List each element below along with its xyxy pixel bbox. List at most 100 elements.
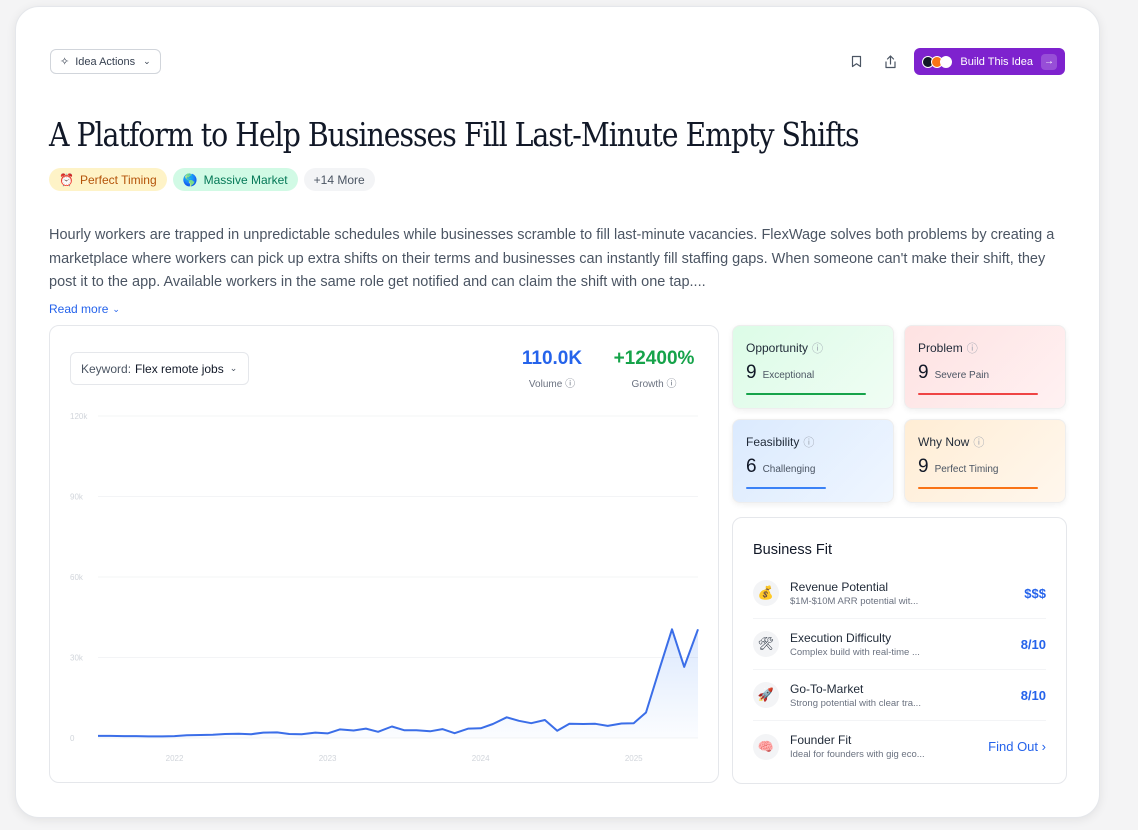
- problem-card[interactable]: Problem ⓘ 9 Severe Pain: [904, 325, 1066, 409]
- fit-value: 8/10: [1020, 687, 1046, 703]
- arrow-right-icon: →: [1041, 53, 1057, 70]
- fit-text: Founder Fit Ideal for founders with gig …: [790, 733, 988, 760]
- fit-value: 8/10: [1020, 636, 1046, 652]
- growth-label: Growth: [631, 379, 664, 390]
- card-score: 9: [918, 456, 929, 477]
- fit-title: Revenue Potential: [790, 579, 889, 594]
- tag-massive-market[interactable]: 🌎 Massive Market: [172, 168, 298, 191]
- globe-icon: 🌎: [182, 172, 198, 187]
- money-bag-icon: 💰: [753, 580, 779, 606]
- keyword-value: Flex remote jobs: [135, 361, 224, 376]
- idea-actions-button[interactable]: ✧ Idea Actions ⌄: [50, 49, 161, 74]
- score-bar: [746, 487, 826, 489]
- card-score: 9: [918, 362, 929, 383]
- trend-chart-panel: Keyword: Flex remote jobs ⌄ 110.0K Volum…: [49, 325, 719, 783]
- card-score-label: Severe Pain: [934, 370, 990, 381]
- y-tick-label: 120k: [70, 412, 88, 421]
- card-title-row: Feasibility ⓘ: [746, 434, 880, 450]
- card-score-label: Perfect Timing: [934, 464, 999, 475]
- score-bar: [918, 393, 1038, 395]
- read-more-link[interactable]: Read more ⌄: [49, 302, 120, 316]
- card-title: Feasibility: [746, 435, 800, 449]
- fit-row-founder[interactable]: 🧠 Founder Fit Ideal for founders with gi…: [753, 721, 1046, 772]
- share-icon[interactable]: [880, 52, 900, 72]
- card-score-row: 6 Challenging: [746, 456, 880, 478]
- card-score-label: Exceptional: [762, 370, 815, 381]
- fit-subtitle: $1M-$10M ARR potential wit...: [790, 595, 919, 607]
- chevron-down-icon: ⌄: [112, 303, 120, 314]
- fit-text: Revenue Potential $1M-$10M ARR potential…: [790, 580, 1024, 607]
- find-out-link[interactable]: Find Out ›: [988, 739, 1046, 754]
- chevron-down-icon: ⌄: [143, 56, 151, 66]
- top-toolbar: ✧ Idea Actions ⌄ Build This Idea →: [50, 48, 1065, 77]
- info-icon[interactable]: ⓘ: [967, 340, 978, 356]
- fit-title: Founder Fit: [790, 733, 852, 747]
- idea-actions-label: Idea Actions: [75, 55, 136, 68]
- info-icon[interactable]: ⓘ: [565, 379, 575, 390]
- keyword-select[interactable]: Keyword: Flex remote jobs ⌄: [70, 352, 249, 385]
- read-more-label: Read more: [49, 302, 109, 316]
- build-label: Build This Idea: [960, 55, 1033, 68]
- fit-text: Execution Difficulty Complex build with …: [790, 631, 1021, 658]
- build-this-idea-button[interactable]: Build This Idea →: [914, 48, 1065, 75]
- why-now-card[interactable]: Why Now ⓘ 9 Perfect Timing: [904, 419, 1066, 503]
- tag-perfect-timing[interactable]: ⏰ Perfect Timing: [49, 168, 167, 191]
- card-title: Why Now: [918, 435, 970, 449]
- trend-chart: 0 30k 60k 90k 120k 2022 2023 2024 2025: [70, 412, 699, 763]
- fit-row-execution[interactable]: 🛠 Execution Difficulty Complex build wit…: [753, 619, 1046, 670]
- bookmark-icon[interactable]: [846, 52, 866, 72]
- info-icon[interactable]: ⓘ: [812, 340, 823, 356]
- card-title-row: Problem ⓘ: [918, 340, 1052, 356]
- find-out-label: Find Out: [988, 739, 1039, 754]
- tag-label: Perfect Timing: [79, 172, 157, 187]
- info-icon[interactable]: ⓘ: [667, 379, 677, 390]
- card-title: Opportunity: [746, 341, 809, 355]
- series-area: [98, 629, 698, 738]
- avatar: [940, 55, 953, 68]
- y-tick-label: 60k: [70, 573, 84, 582]
- fit-text: Go-To-Market Strong potential with clear…: [790, 682, 1021, 709]
- volume-value: 110.0K: [521, 348, 583, 369]
- fit-subtitle: Strong potential with clear tra...: [790, 697, 921, 709]
- score-bar: [918, 487, 1038, 489]
- alarm-clock-icon: ⏰: [59, 172, 74, 187]
- page-title: A Platform to Help Businesses Fill Last-…: [49, 115, 860, 154]
- y-tick-label: 0: [70, 734, 75, 743]
- growth-value: +12400%: [613, 348, 695, 369]
- tools-icon: 🛠: [753, 631, 779, 657]
- rocket-icon: 🚀: [753, 682, 779, 708]
- tag-label: Massive Market: [203, 172, 288, 187]
- tag-more-button[interactable]: +14 More: [303, 168, 375, 191]
- fit-subtitle: Complex build with real-time ...: [790, 646, 920, 658]
- fit-row-go-to-market[interactable]: 🚀 Go-To-Market Strong potential with cle…: [753, 670, 1046, 721]
- feasibility-card[interactable]: Feasibility ⓘ 6 Challenging: [732, 419, 894, 503]
- volume-label-row: Volume ⓘ: [512, 375, 592, 390]
- opportunity-card[interactable]: Opportunity ⓘ 9 Exceptional: [732, 325, 894, 409]
- card-title-row: Opportunity ⓘ: [746, 340, 880, 356]
- volume-stat: 110.0K Volume ⓘ: [512, 348, 592, 390]
- card-score-label: Challenging: [762, 464, 816, 475]
- info-icon[interactable]: ⓘ: [803, 434, 814, 450]
- growth-stat: +12400% Growth ⓘ: [606, 348, 702, 390]
- y-tick-label: 30k: [70, 654, 84, 663]
- idea-description: Hourly workers are trapped in unpredicta…: [49, 227, 1055, 290]
- card-score: 9: [746, 362, 757, 383]
- agent-avatars: [922, 55, 953, 68]
- growth-label-row: Growth ⓘ: [606, 375, 702, 390]
- fit-title: Go-To-Market: [790, 681, 864, 696]
- card-title-row: Why Now ⓘ: [918, 434, 1052, 450]
- card-score-row: 9 Perfect Timing: [918, 456, 1052, 478]
- card-score-row: 9 Severe Pain: [918, 362, 1052, 384]
- idea-card: ✧ Idea Actions ⌄ Build This Idea → A Pla: [15, 6, 1100, 818]
- brain-icon: 🧠: [753, 733, 779, 760]
- tag-label: +14 More: [313, 172, 365, 187]
- fit-row-revenue[interactable]: 💰 Revenue Potential $1M-$10M ARR potenti…: [753, 568, 1046, 619]
- chevron-down-icon: ⌄: [229, 363, 238, 373]
- x-tick-label: 2025: [625, 754, 643, 763]
- fit-value: $$$: [1024, 585, 1046, 601]
- x-tick-label: 2023: [319, 754, 337, 763]
- card-score: 6: [746, 456, 757, 477]
- business-fit-heading: Business Fit: [753, 542, 832, 558]
- info-icon[interactable]: ⓘ: [973, 434, 984, 450]
- sparkle-icon: ✧: [60, 56, 70, 68]
